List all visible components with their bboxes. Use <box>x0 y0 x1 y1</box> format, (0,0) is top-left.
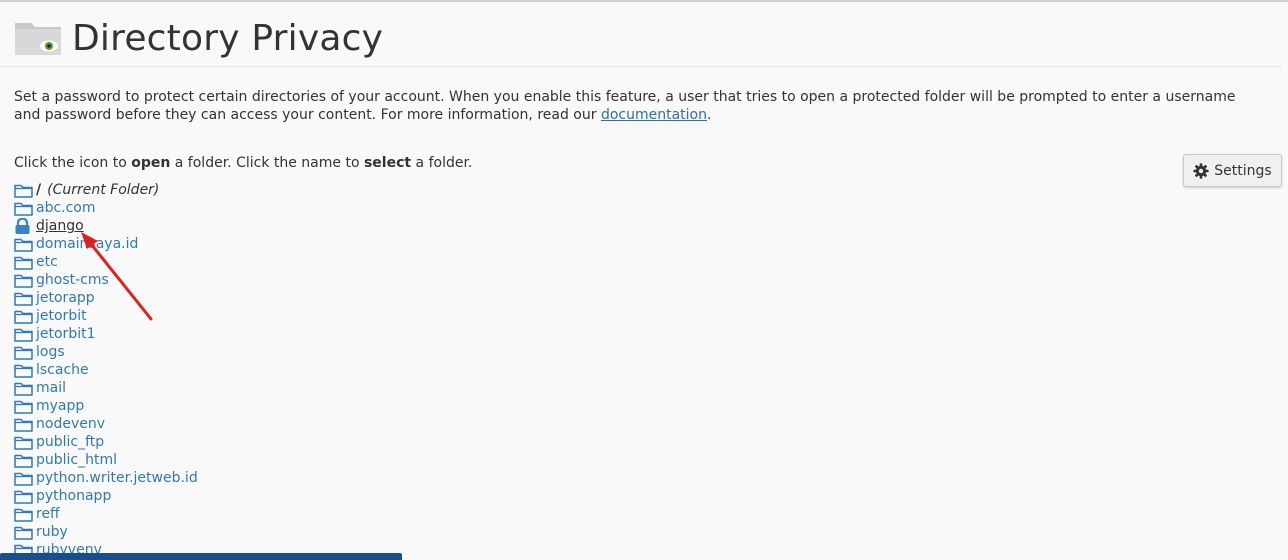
bottom-bar <box>0 553 402 560</box>
annotation-arrow <box>81 232 153 321</box>
